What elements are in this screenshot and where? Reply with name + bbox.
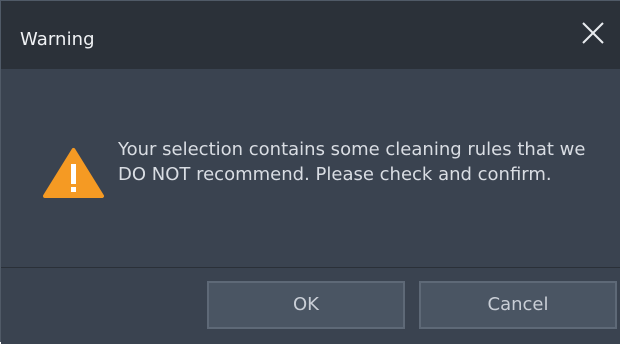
- dialog-message: Your selection contains some cleaning ru…: [118, 139, 586, 185]
- ok-button[interactable]: OK: [207, 281, 405, 329]
- dialog-titlebar: Warning: [1, 1, 620, 69]
- warning-icon: [42, 147, 105, 199]
- warning-dialog: Warning Your selection contains some cle…: [0, 0, 620, 344]
- close-icon: [582, 22, 604, 44]
- dialog-title: Warning: [20, 29, 95, 50]
- cancel-button[interactable]: Cancel: [419, 281, 617, 329]
- close-button[interactable]: [573, 13, 613, 53]
